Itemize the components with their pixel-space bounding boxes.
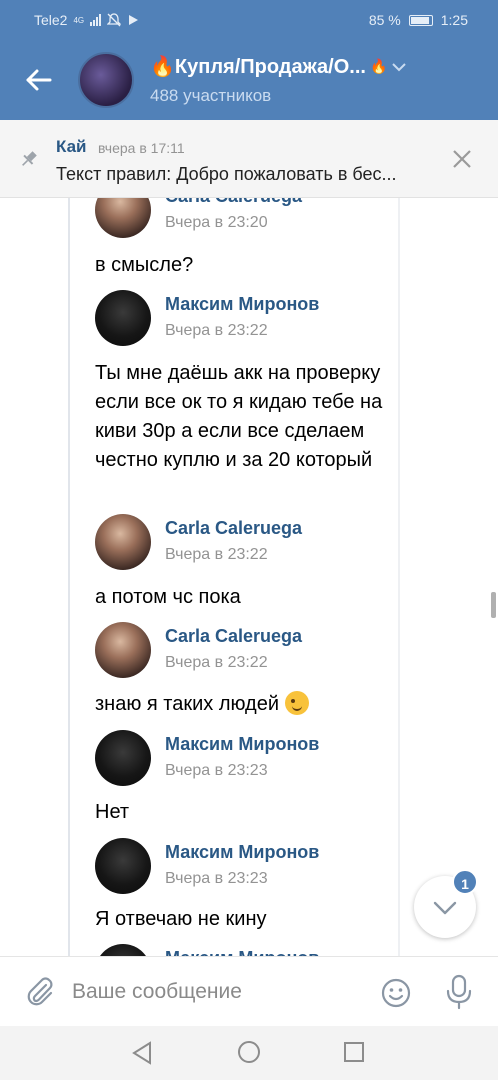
- message-time: Вчера в 23:22: [165, 654, 268, 671]
- smile-icon[interactable]: [380, 977, 412, 1009]
- nav-recent-icon[interactable]: [343, 1041, 365, 1063]
- avatar[interactable]: [95, 290, 151, 346]
- battery-percent: 85 %: [368, 12, 401, 28]
- message-time: Вчера в 23:23: [165, 870, 268, 887]
- message-author[interactable]: Максим Миронов: [165, 842, 319, 863]
- play-icon: [129, 15, 139, 25]
- message-author[interactable]: Carla Caleruega: [165, 198, 302, 207]
- status-left: Tele2 4G: [34, 12, 139, 28]
- message-list[interactable]: Carla Caleruega Вчера в 23:20 в смысле? …: [0, 198, 498, 956]
- chat-avatar[interactable]: [78, 52, 134, 108]
- avatar[interactable]: [95, 944, 151, 956]
- message-text: а потом чс пока: [95, 586, 241, 608]
- avatar[interactable]: [95, 198, 151, 238]
- unread-badge: 1: [452, 869, 478, 895]
- message-author[interactable]: Максим Миронов: [165, 294, 319, 315]
- forward-line-right: [398, 198, 400, 956]
- composer: [0, 956, 498, 1026]
- status-right: 85 % 1:25: [369, 12, 468, 28]
- message-text: Я отвечаю не кину: [95, 908, 267, 930]
- mute-icon: [107, 13, 122, 27]
- microphone-icon[interactable]: [444, 973, 474, 1011]
- network-label: 4G: [73, 15, 85, 25]
- pinned-author: Кай: [56, 137, 87, 156]
- arrow-left-icon[interactable]: [20, 62, 56, 98]
- message-author[interactable]: Максим Миронов: [165, 948, 319, 956]
- forward-line: [68, 198, 70, 956]
- pinned-time: вчера в 17:11: [98, 140, 185, 156]
- message-author[interactable]: Carla Caleruega: [165, 518, 302, 539]
- chevron-down-icon: [392, 62, 407, 71]
- message-author[interactable]: Carla Caleruega: [165, 626, 302, 647]
- clock: 1:25: [440, 12, 468, 28]
- chat-title-row[interactable]: 🔥Купля/Продажа/О... 🔥: [150, 54, 407, 79]
- chat-title: 🔥Купля/Продажа/О...: [150, 56, 366, 78]
- status-bar: Tele2 4G 85 % 1:25: [0, 0, 498, 40]
- pinned-message[interactable]: Кай вчера в 17:11 Текст правил: Добро по…: [0, 120, 498, 198]
- flame-emoji: 🔥: [369, 58, 388, 74]
- message-text: Нет: [95, 801, 130, 823]
- message-text: знаю я таких людей: [95, 693, 280, 715]
- battery-icon: [408, 14, 433, 26]
- message-time: Вчера в 23:20: [165, 214, 268, 231]
- wink-emoji: [284, 691, 309, 715]
- system-nav-bar: [0, 1026, 498, 1080]
- avatar[interactable]: [95, 838, 151, 894]
- pin-icon: [22, 151, 37, 166]
- avatar[interactable]: [95, 730, 151, 786]
- message-time: Вчера в 23:22: [165, 546, 268, 563]
- message-input[interactable]: [72, 973, 362, 1011]
- avatar[interactable]: [95, 622, 151, 678]
- members-count: 488 участников: [150, 86, 272, 105]
- message-text: Ты мне даёшь акк на проверку если все ок…: [95, 362, 383, 471]
- message-author[interactable]: Максим Миронов: [165, 734, 319, 755]
- message-time: Вчера в 23:23: [165, 762, 268, 779]
- paperclip-icon[interactable]: [24, 975, 56, 1009]
- signal-icon: [90, 14, 102, 26]
- scrollbar[interactable]: [491, 592, 496, 618]
- pinned-text: Текст правил: Добро пожаловать в бес...: [56, 164, 397, 184]
- chat-header: 🔥Купля/Продажа/О... 🔥 488 участников: [0, 40, 498, 120]
- nav-back-icon[interactable]: [130, 1040, 154, 1066]
- message-text-row: знаю я таких людей: [95, 690, 385, 719]
- message-text: в смысле?: [95, 254, 194, 276]
- carrier-label: Tele2: [34, 12, 68, 28]
- message-time: Вчера в 23:22: [165, 322, 268, 339]
- close-icon[interactable]: [450, 147, 474, 171]
- avatar[interactable]: [95, 514, 151, 570]
- nav-home-icon[interactable]: [237, 1040, 261, 1064]
